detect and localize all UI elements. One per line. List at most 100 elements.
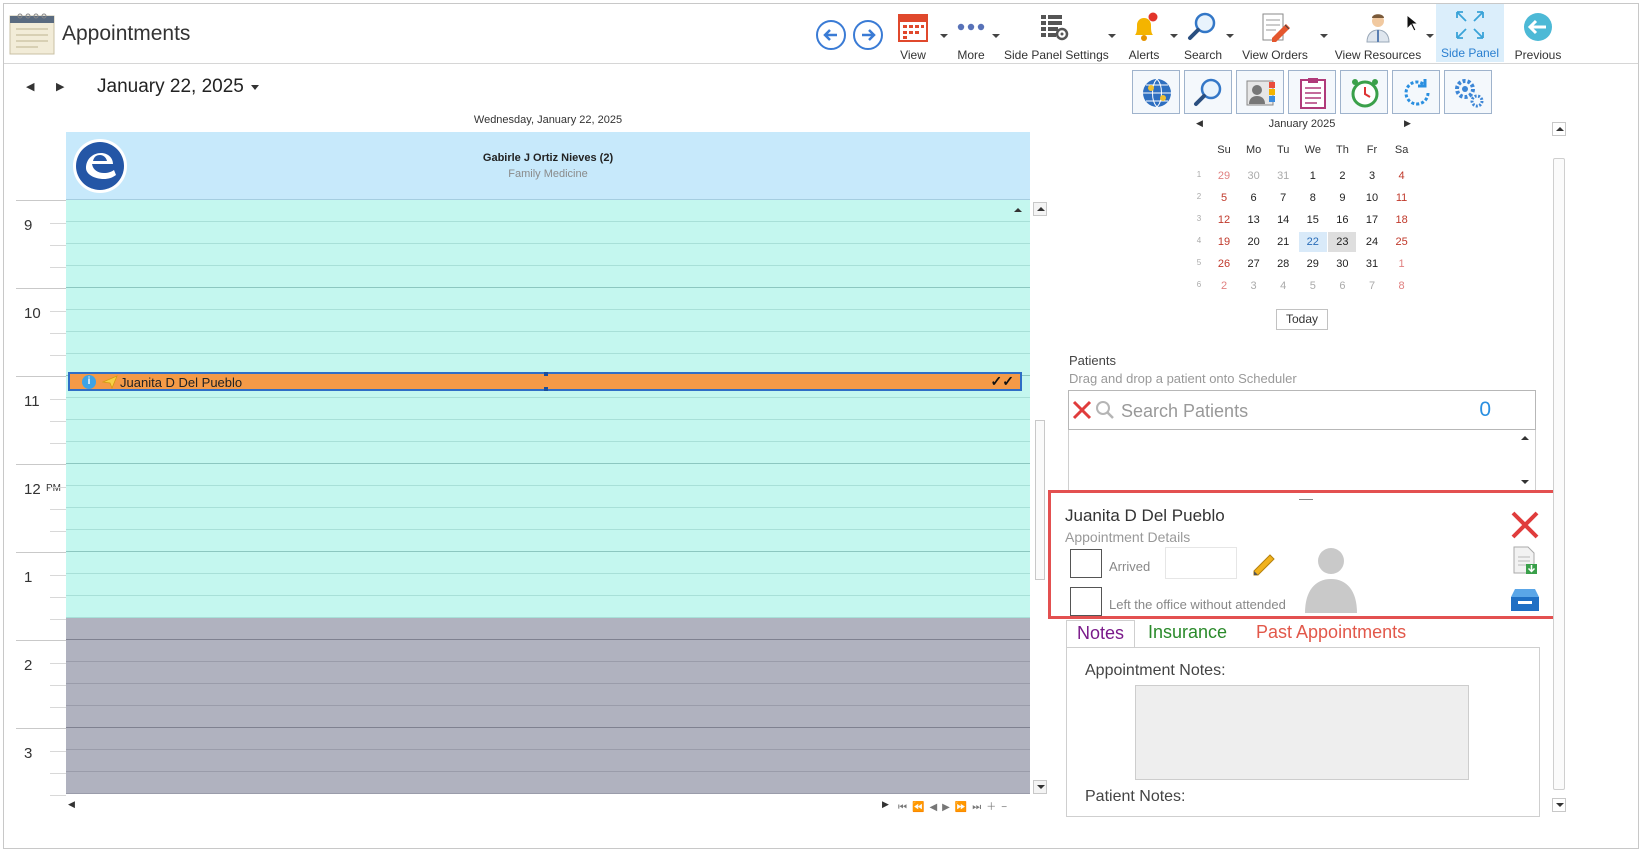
calendar-day[interactable]: 31 (1358, 254, 1386, 274)
time-slot[interactable] (66, 552, 1030, 574)
mini-calendar-next-button[interactable]: ▶ (1404, 118, 1411, 129)
globe-tool-button[interactable] (1132, 70, 1180, 114)
calendar-day[interactable]: 4 (1269, 276, 1297, 296)
info-icon[interactable]: i (82, 375, 96, 389)
calendar-day[interactable]: 12 (1210, 210, 1238, 230)
calendar-day[interactable]: 7 (1269, 188, 1297, 208)
calendar-day[interactable]: 23 (1328, 232, 1357, 252)
more-dropdown-caret[interactable] (992, 34, 1000, 38)
tab-notes[interactable]: Notes (1066, 620, 1136, 648)
calendar-day[interactable]: 28 (1269, 254, 1297, 274)
alarm-tool-button[interactable] (1340, 70, 1388, 114)
close-icon[interactable] (1509, 509, 1541, 541)
list-scroll-up-button[interactable] (1521, 436, 1529, 440)
calendar-day[interactable]: 5 (1210, 188, 1238, 208)
previous-button[interactable]: Previous (1510, 6, 1566, 62)
scroll-down-button[interactable] (1033, 780, 1047, 794)
calendar-day[interactable]: 5 (1299, 276, 1327, 296)
time-slot[interactable] (66, 442, 1030, 464)
search-button[interactable]: Search (1182, 6, 1224, 62)
time-slot[interactable] (66, 486, 1030, 508)
alerts-caret[interactable] (1170, 34, 1178, 38)
tab-past-appointments[interactable]: Past Appointments (1246, 620, 1416, 648)
list-scroll-down-button[interactable] (1521, 480, 1529, 484)
arrived-checkbox[interactable] (1070, 549, 1102, 578)
side-scroll-thumb[interactable] (1553, 158, 1565, 790)
time-slot[interactable] (66, 288, 1030, 310)
scroll-right-button[interactable]: ▶ (882, 799, 889, 810)
time-slot[interactable] (66, 266, 1030, 288)
schedule-vertical-scrollbar[interactable] (1032, 200, 1048, 796)
calendar-day[interactable]: 25 (1388, 232, 1416, 252)
refresh-tool-button[interactable] (1392, 70, 1440, 114)
calendar-day[interactable]: 15 (1299, 210, 1327, 230)
more-button[interactable]: More (950, 6, 992, 62)
calendar-day[interactable]: 18 (1388, 210, 1416, 230)
scroll-thumb[interactable] (1035, 420, 1045, 580)
scroll-up-indicator[interactable] (1014, 208, 1022, 212)
calendar-day[interactable]: 6 (1328, 276, 1356, 296)
time-slot[interactable] (66, 332, 1030, 354)
side-panel-scrollbar[interactable] (1550, 120, 1568, 814)
calendar-day[interactable]: 27 (1240, 254, 1268, 274)
side-panel-settings-button[interactable]: Side Panel Settings (1004, 6, 1109, 62)
time-slot[interactable] (66, 200, 1030, 222)
next-day-button[interactable]: ▶ (56, 80, 64, 93)
prev-day-button[interactable]: ◀ (26, 80, 34, 93)
time-slot[interactable] (66, 244, 1030, 266)
appointment-notes-field[interactable] (1135, 685, 1469, 780)
calendar-day[interactable]: 1 (1299, 166, 1327, 186)
calendar-day[interactable]: 13 (1240, 210, 1268, 230)
calendar-day[interactable]: 8 (1299, 188, 1327, 208)
off-hours-slot[interactable] (66, 640, 1030, 662)
calendar-day[interactable]: 3 (1240, 276, 1268, 296)
schedule-horizontal-scrollbar[interactable]: ◀ ▶ ⏮⏪◀▶⏩⏭＋− (66, 798, 1050, 813)
off-hours-slot[interactable] (66, 662, 1030, 684)
contact-tool-button[interactable] (1236, 70, 1284, 114)
calendar-day[interactable]: 14 (1269, 210, 1297, 230)
calendar-day[interactable]: 26 (1210, 254, 1238, 274)
calendar-day[interactable]: 30 (1328, 254, 1356, 274)
calendar-day[interactable]: 20 (1240, 232, 1268, 252)
schedule-grid[interactable] (66, 200, 1030, 796)
patient-list[interactable] (1068, 430, 1536, 492)
off-hours-slot[interactable] (66, 750, 1030, 772)
time-slot[interactable] (66, 398, 1030, 420)
off-hours-slot[interactable] (66, 684, 1030, 706)
scroll-up-button[interactable] (1033, 202, 1047, 216)
view-orders-caret[interactable] (1320, 34, 1328, 38)
side-scroll-up-button[interactable] (1552, 122, 1566, 136)
off-hours-slot[interactable] (66, 706, 1030, 728)
date-title[interactable]: January 22, 2025 (97, 76, 244, 98)
time-slot[interactable] (66, 464, 1030, 486)
off-hours-slot[interactable] (66, 772, 1030, 794)
alerts-button[interactable]: Alerts (1124, 6, 1164, 62)
calendar-day[interactable]: 6 (1240, 188, 1268, 208)
time-slot[interactable] (66, 310, 1030, 332)
calendar-day[interactable]: 16 (1328, 210, 1356, 230)
view-button[interactable]: View (892, 6, 934, 62)
scroll-left-button[interactable]: ◀ (68, 799, 75, 810)
time-slot[interactable] (66, 574, 1030, 596)
calendar-day[interactable]: 2 (1328, 166, 1356, 186)
calendar-day[interactable]: 1 (1388, 254, 1416, 274)
tab-insurance[interactable]: Insurance (1138, 620, 1237, 648)
calendar-day[interactable]: 4 (1388, 166, 1416, 186)
inbox-tray-icon[interactable] (1509, 587, 1541, 613)
forward-button[interactable] (853, 20, 883, 50)
today-button[interactable]: Today (1276, 309, 1328, 330)
time-slot[interactable] (66, 222, 1030, 244)
view-dropdown-caret[interactable] (940, 34, 948, 38)
calendar-day[interactable]: 10 (1358, 188, 1386, 208)
appointment-block[interactable]: i Juanita D Del Pueblo ✓✓ (68, 372, 1022, 391)
calendar-day[interactable]: 29 (1299, 254, 1327, 274)
left-office-checkbox[interactable] (1070, 587, 1102, 616)
document-download-icon[interactable] (1509, 545, 1539, 575)
side-panel-settings-caret[interactable] (1108, 34, 1116, 38)
time-slot[interactable] (66, 530, 1030, 552)
resize-handle-bottom[interactable] (544, 387, 548, 391)
calendar-day[interactable]: 22 (1298, 232, 1327, 252)
resource-navigator[interactable]: ⏮⏪◀▶⏩⏭＋− (898, 798, 1012, 813)
side-scroll-down-button[interactable] (1552, 798, 1566, 812)
calendar-day[interactable]: 31 (1269, 166, 1297, 186)
